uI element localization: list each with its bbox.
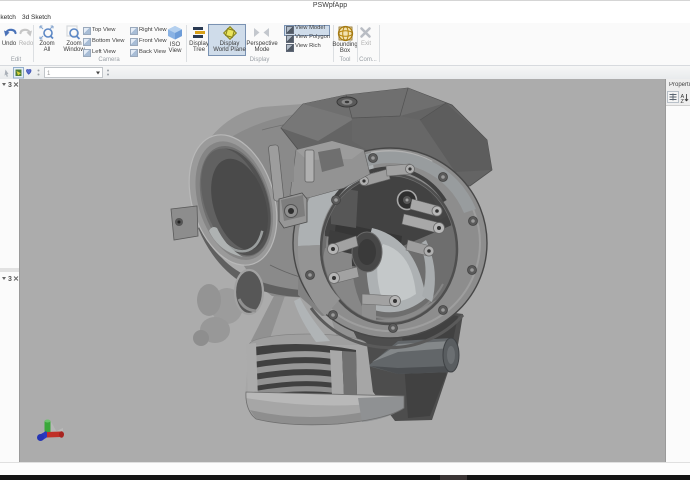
- svg-text:3: 3: [8, 276, 12, 283]
- svg-text:3: 3: [8, 82, 12, 89]
